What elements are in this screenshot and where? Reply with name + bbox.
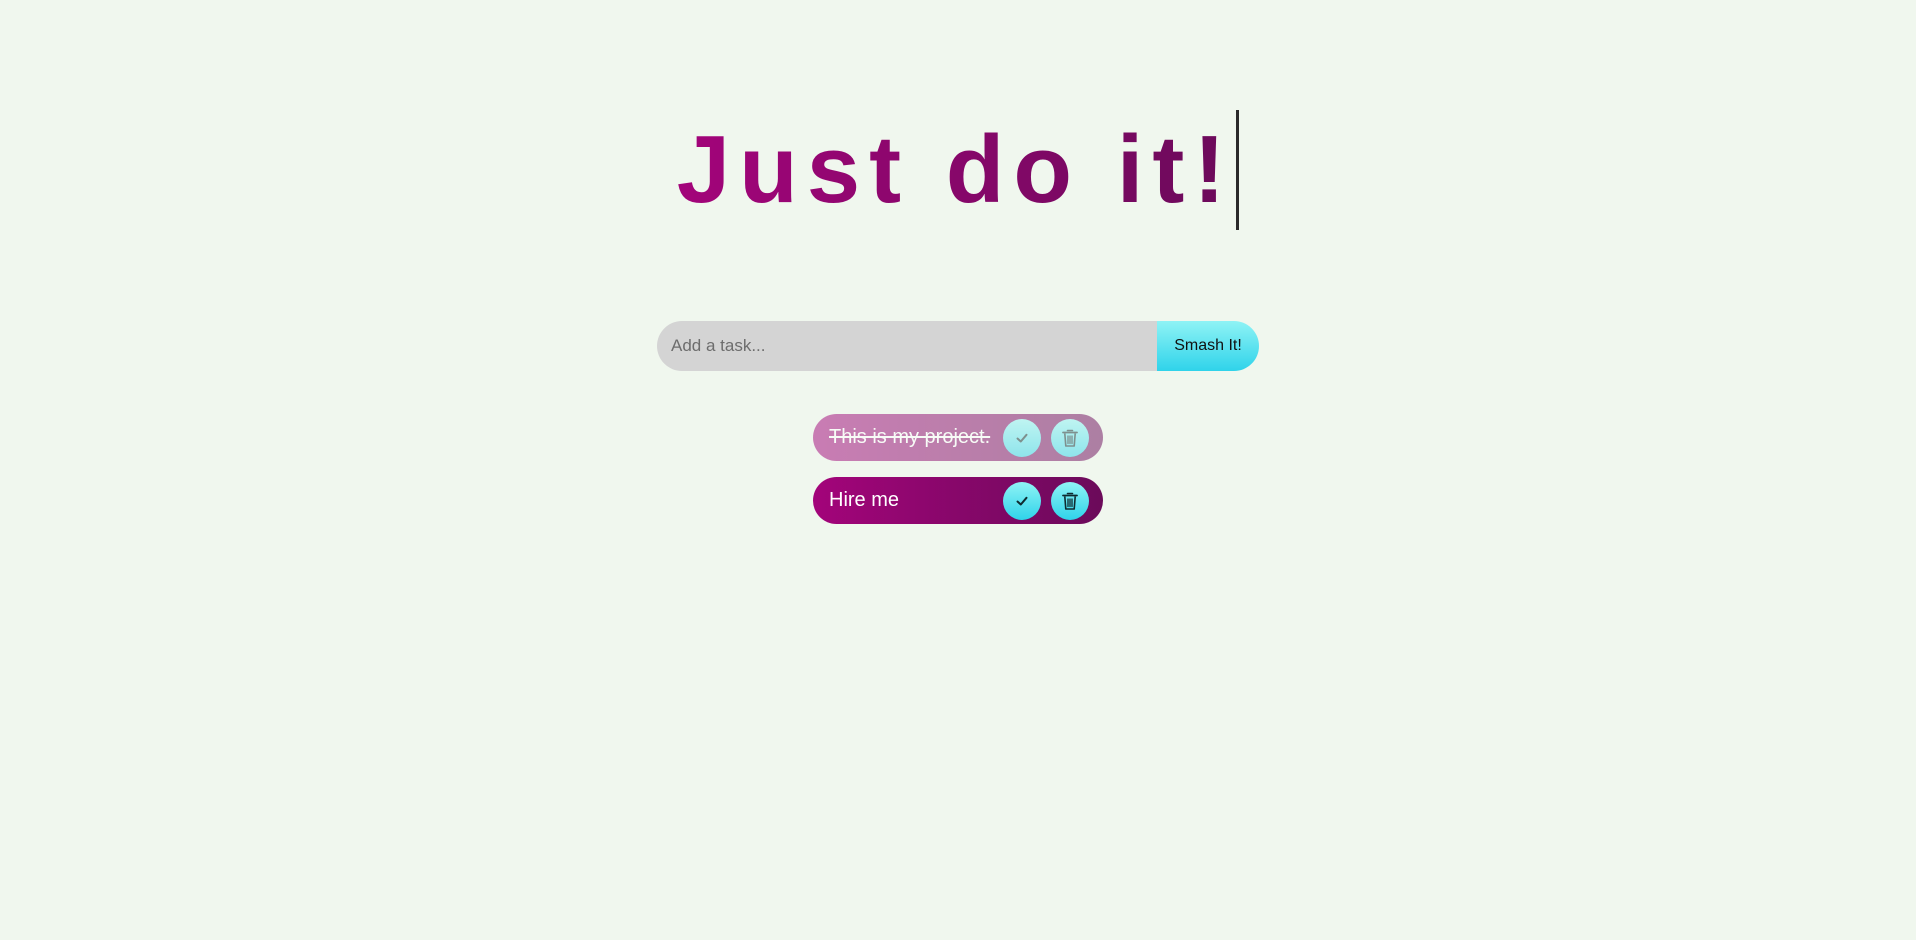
todo-list: This is my project. Hire me xyxy=(813,414,1103,540)
trash-icon xyxy=(1062,492,1078,510)
todo-text: This is my project. xyxy=(829,426,991,448)
page: Just do it! Smash It! This is my project… xyxy=(0,0,1916,940)
check-icon xyxy=(1016,433,1028,442)
complete-button[interactable] xyxy=(1003,481,1041,520)
delete-button[interactable] xyxy=(1051,481,1089,520)
add-task-button[interactable]: Smash It! xyxy=(1157,321,1259,371)
complete-button[interactable] xyxy=(1003,418,1041,457)
todo-item: Hire me xyxy=(813,477,1103,524)
delete-button[interactable] xyxy=(1051,418,1089,457)
todo-text: Hire me xyxy=(829,489,900,511)
trash-icon xyxy=(1062,429,1078,447)
task-input[interactable] xyxy=(657,321,1157,371)
check-icon xyxy=(1016,496,1028,505)
page-header: Just do it! xyxy=(0,110,1916,230)
todo-item: This is my project. xyxy=(813,414,1103,461)
add-task-form: Smash It! xyxy=(657,321,1259,371)
page-title: Just do it! xyxy=(677,110,1240,230)
